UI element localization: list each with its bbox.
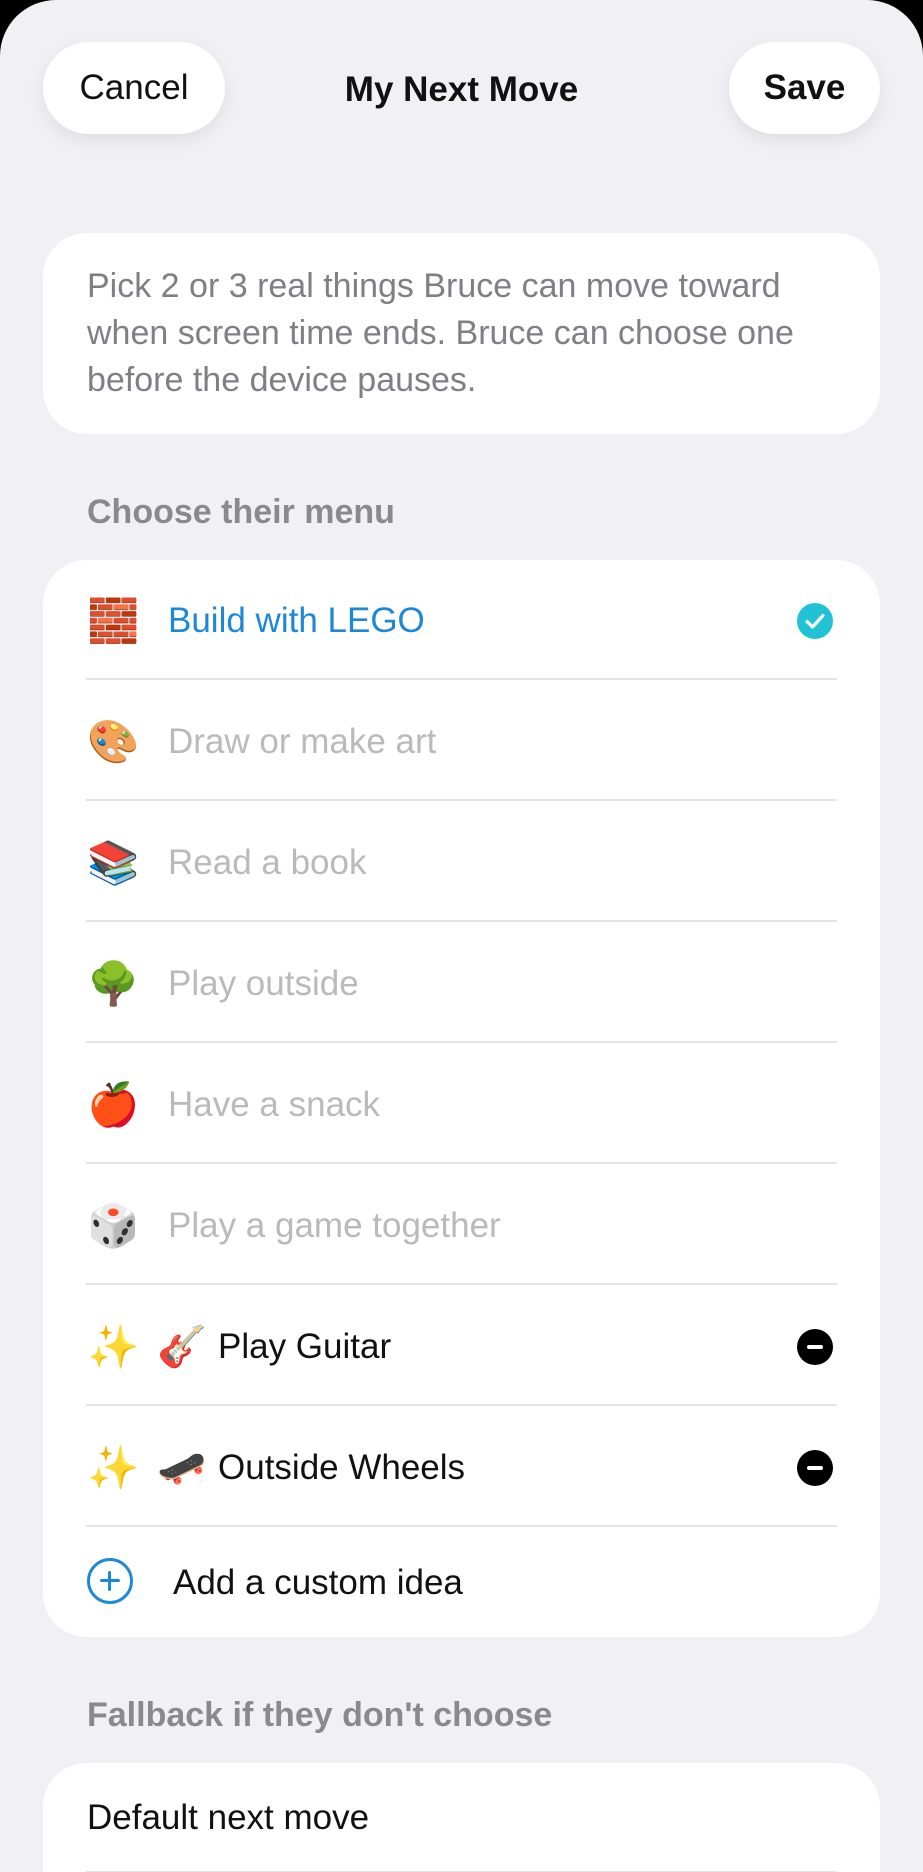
- row-divider: [86, 1404, 837, 1406]
- row-divider: [86, 799, 837, 801]
- menu-item-draw-or-make-art[interactable]: 🎨 Draw or make art: [43, 681, 880, 801]
- remove-circle-icon[interactable]: [797, 1450, 833, 1486]
- apple-icon: 🍎: [87, 1081, 140, 1128]
- default-next-move-row[interactable]: Default next move: [43, 1763, 880, 1872]
- info-text: Pick 2 or 3 real things Bruce can move t…: [87, 267, 794, 399]
- header: Cancel My Next Move Save: [0, 0, 923, 180]
- fallback-card: Default next move: [43, 1763, 880, 1872]
- dice-icon: 🎲: [87, 1202, 140, 1249]
- row-divider: [86, 678, 837, 680]
- plus-circle-icon: [87, 1558, 133, 1604]
- books-icon: 📚: [87, 839, 140, 886]
- menu-item-label: Play a game together: [168, 1206, 501, 1245]
- menu-item-label: Build with LEGO: [168, 601, 425, 640]
- remove-circle-icon[interactable]: [797, 1329, 833, 1365]
- save-button[interactable]: Save: [729, 42, 880, 134]
- row-divider: [86, 1162, 837, 1164]
- guitar-icon: 🎸: [157, 1325, 207, 1369]
- menu-item-label: Read a book: [168, 843, 367, 882]
- skateboard-icon: 🛹: [157, 1446, 207, 1490]
- custom-item-label: Outside Wheels: [218, 1448, 466, 1487]
- custom-item-label: Play Guitar: [218, 1327, 392, 1366]
- menu-item-have-a-snack[interactable]: 🍎 Have a snack: [43, 1044, 880, 1164]
- menu-item-label: Draw or make art: [168, 722, 437, 761]
- menu-item-play-outside[interactable]: 🌳 Play outside: [43, 923, 880, 1043]
- add-custom-idea-label: Add a custom idea: [173, 1563, 463, 1602]
- menu-item-play-a-game-together[interactable]: 🎲 Play a game together: [43, 1165, 880, 1285]
- menu-section-label: Choose their menu: [87, 493, 395, 531]
- row-divider: [86, 1283, 837, 1285]
- row-divider: [86, 1041, 837, 1043]
- palette-icon: 🎨: [87, 718, 140, 765]
- menu-item-build-with-lego[interactable]: 🧱 Build with LEGO: [43, 560, 880, 680]
- add-custom-idea-button[interactable]: Add a custom idea: [43, 1522, 880, 1637]
- row-divider: [86, 920, 837, 922]
- menu-card: 🧱 Build with LEGO 🎨 Draw or make art 📚 R…: [43, 560, 880, 1637]
- lego-brick-icon: 🧱: [87, 597, 140, 644]
- menu-item-label: Play outside: [168, 964, 359, 1003]
- sparkles-icon: ✨: [87, 1444, 140, 1491]
- custom-item-outside-wheels[interactable]: ✨ 🛹 Outside Wheels: [43, 1407, 880, 1527]
- sheet: Cancel My Next Move Save Pick 2 or 3 rea…: [0, 0, 923, 1872]
- info-card: Pick 2 or 3 real things Bruce can move t…: [43, 233, 880, 434]
- default-next-move-label: Default next move: [87, 1798, 370, 1837]
- custom-item-play-guitar[interactable]: ✨ 🎸 Play Guitar: [43, 1286, 880, 1406]
- menu-item-label: Have a snack: [168, 1085, 381, 1124]
- menu-item-read-a-book[interactable]: 📚 Read a book: [43, 802, 880, 922]
- fallback-section-label: Fallback if they don't choose: [87, 1696, 553, 1734]
- sparkles-icon: ✨: [87, 1323, 140, 1370]
- tree-icon: 🌳: [87, 960, 140, 1007]
- checkmark-circle-icon: [797, 603, 833, 639]
